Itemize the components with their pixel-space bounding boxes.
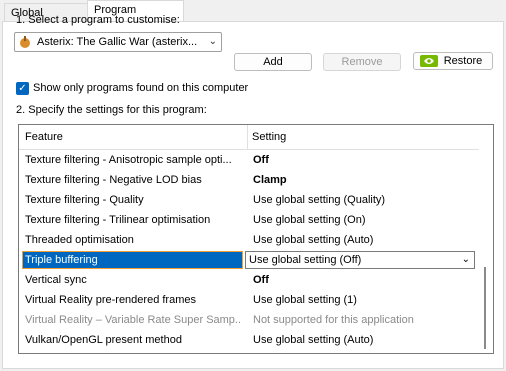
feature-cell: Virtual Reality pre-rendered frames [25, 294, 196, 306]
program-select[interactable]: Asterix: The Gallic War (asterix... ⌄ [14, 32, 222, 52]
setting-cell: Use global setting (Auto) [253, 234, 374, 246]
table-row[interactable]: Threaded optimisation Use global setting… [19, 231, 479, 251]
setting-cell: Use global setting (1) [253, 294, 357, 306]
scrollbar-thumb[interactable] [484, 267, 486, 349]
setting-cell: Not supported for this application [253, 314, 414, 326]
feature-cell: Vertical sync [25, 274, 87, 286]
step1-label: 1. Select a program to customise: [16, 14, 180, 26]
feature-cell: Texture filtering - Negative LOD bias [25, 174, 202, 186]
setting-cell: Off [253, 274, 269, 286]
nvidia-icon [420, 55, 438, 67]
table-row[interactable]: Texture filtering - Quality Use global s… [19, 191, 479, 211]
show-only-checkbox[interactable]: ✓ [16, 82, 29, 95]
table-row[interactable]: Vulkan/OpenGL present method Use global … [19, 331, 479, 351]
table-row[interactable]: Texture filtering - Negative LOD bias Cl… [19, 171, 479, 191]
table-header: Feature Setting [19, 125, 493, 150]
setting-cell: Use global setting (On) [253, 214, 366, 226]
settings-table: Feature Setting Texture filtering - Anis… [18, 124, 494, 354]
table-row-selected[interactable]: Triple buffering Use global setting (Off… [19, 251, 479, 271]
setting-cell: Clamp [253, 174, 287, 186]
program-select-value: Asterix: The Gallic War (asterix... [37, 36, 198, 48]
feature-cell: Threaded optimisation [25, 234, 134, 246]
table-row[interactable]: Vertical sync Off [19, 271, 479, 291]
show-only-label: Show only programs found on this compute… [33, 82, 249, 94]
feature-cell: Vulkan/OpenGL present method [25, 334, 182, 346]
setting-cell: Use global setting (Quality) [253, 194, 386, 206]
table-row[interactable]: Virtual Reality pre-rendered frames Use … [19, 291, 479, 311]
restore-button[interactable]: Restore [413, 52, 493, 70]
add-button[interactable]: Add [234, 53, 312, 71]
feature-cell: Triple buffering [22, 251, 243, 269]
feature-cell: Texture filtering - Quality [25, 194, 144, 206]
triple-buffering-dropdown[interactable]: Use global setting (Off) ⌄ [245, 251, 475, 269]
remove-button[interactable]: Remove [323, 53, 401, 71]
dropdown-value: Use global setting (Off) [249, 254, 362, 266]
chevron-down-icon: ⌄ [208, 36, 217, 47]
table-row[interactable]: Texture filtering - Trilinear optimisati… [19, 211, 479, 231]
program-icon [20, 36, 30, 48]
vertical-scrollbar[interactable] [479, 149, 493, 353]
table-row[interactable]: Texture filtering - Anisotropic sample o… [19, 151, 479, 171]
column-divider[interactable] [247, 125, 248, 149]
feature-cell: Texture filtering - Trilinear optimisati… [25, 214, 211, 226]
column-header-feature[interactable]: Feature [25, 131, 63, 143]
feature-cell: Virtual Reality – Variable Rate Super Sa… [25, 314, 241, 326]
chevron-down-icon: ⌄ [461, 254, 470, 265]
setting-cell: Use global setting (Auto) [253, 334, 374, 346]
restore-button-label: Restore [443, 55, 483, 67]
column-header-setting[interactable]: Setting [252, 131, 286, 143]
setting-cell: Off [253, 154, 269, 166]
step2-label: 2. Specify the settings for this program… [16, 104, 207, 116]
table-row[interactable]: Virtual Reality – Variable Rate Super Sa… [19, 311, 479, 331]
feature-cell: Texture filtering - Anisotropic sample o… [25, 154, 232, 166]
